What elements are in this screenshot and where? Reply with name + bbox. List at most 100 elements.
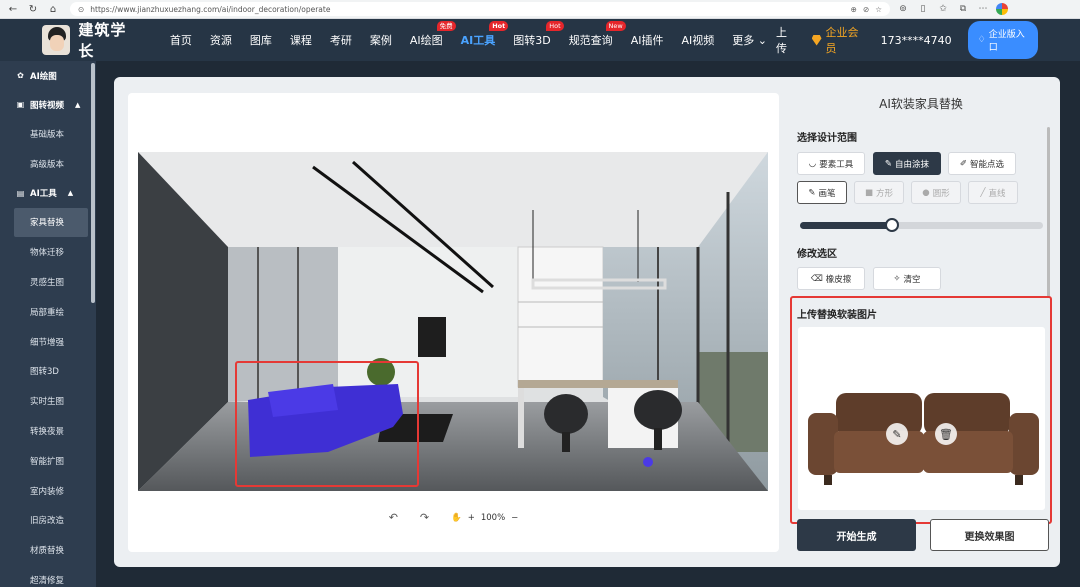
circle-button[interactable]: ● 圆形 [911,181,961,204]
sidebar-item-upscale[interactable]: 超清修复 [0,565,96,587]
room-image-canvas[interactable] [138,152,768,491]
main-nav: 首页 资源 图库 课程 考研 案例 AI绘图 免费 AI工具 Hot 图转3D Hot… [161,21,776,48]
nav-label: 首页 [169,34,192,47]
nav-ai-plugins[interactable]: AI插件 [622,32,673,48]
nav-ai-video[interactable]: AI视频 [672,32,723,48]
change-result-button[interactable]: 更换效果图 [930,519,1049,551]
free-badge: 免费 [436,21,456,31]
toolbox-icon: ▤ [16,188,25,198]
sidebar-section-ai-draw[interactable]: ✿ AI绘图 [0,61,96,90]
sidebar-item-night-scene[interactable]: 转换夜景 [0,416,96,446]
zoom-in-icon[interactable]: + [468,513,475,523]
sidebar-item-realtime[interactable]: 实时生图 [0,386,96,416]
address-bar[interactable]: ⊙ https://www.jianzhuxuezhang.com/ai/ind… [70,2,890,16]
rect-button[interactable]: ■ 方形 [854,181,904,204]
workspace: ↶ ↷ ✋ + 100% − AI软装家具替换 选择设计范围 ◡ 要素工具 ✎ 自由… [114,77,1060,567]
nav-courses[interactable]: 课程 [281,32,321,48]
button-label: 圆形 [932,188,950,199]
sidebar-item-outpaint[interactable]: 智能扩图 [0,446,96,476]
sidebar-item-inspiration[interactable]: 灵感生图 [0,267,96,297]
nav-more[interactable]: 更多 ⌄ [723,32,776,48]
sidebar-item-detail-enhance[interactable]: 细节增强 [0,327,96,357]
site-header: 建筑学长 首页 资源 图库 课程 考研 案例 AI绘图 免费 AI工具 Hot 图转… [0,19,1080,61]
split-screen-icon[interactable]: ▯ [916,4,930,14]
zoom-level: 100% [480,512,506,523]
sidebar-section-img-video[interactable]: ▣ 图转视频 ▲ [0,90,96,119]
chevron-down-icon: ⌄ [757,34,767,47]
line-button[interactable]: ╱ 直线 [968,181,1018,204]
nav-ai-tools[interactable]: AI工具 Hot [452,21,509,48]
nav-ai-draw[interactable]: AI绘图 免费 [401,21,456,48]
square-icon: ■ [864,187,873,198]
hand-pan-icon[interactable]: ✋ [451,513,462,523]
sidebar-item-advanced[interactable]: 高级版本 [0,149,96,179]
sidebar-item-renovation[interactable]: 旧房改造 [0,506,96,536]
section-label: AI绘图 [30,71,57,82]
brush-size-slider[interactable] [800,218,1043,232]
more-menu-icon[interactable]: ⋯ [976,4,990,14]
bookmark-star-icon[interactable]: ☆ [875,5,882,14]
button-label: 橡皮擦 [825,274,852,285]
nav-gallery[interactable]: 图库 [241,32,281,48]
freehand-tool-button[interactable]: ✎ 自由涂抹 [873,152,941,175]
browser-toolbar: ← ↻ ⌂ ⊙ https://www.jianzhuxuezhang.com/… [0,0,1080,19]
sidebar-scrollbar[interactable] [91,63,95,303]
enterprise-button[interactable]: ♢ 企业版入口 [967,21,1039,59]
undo-icon[interactable]: ↶ [389,511,398,524]
nav-img-to-3d[interactable]: 图转3D Hot [504,21,564,48]
modify-selection-label: 修改选区 [797,249,837,260]
panel-scrollbar[interactable] [1047,127,1050,297]
canvas-toolbar: ↶ ↷ ✋ + 100% − [128,511,779,524]
sidebar-item-interior[interactable]: 室内装修 [0,476,96,506]
extensions-icon[interactable]: ⊚ [896,4,910,14]
broom-icon: ✧ [893,273,901,284]
nav-code-search[interactable]: 规范查询 New [560,21,626,48]
site-info-icon[interactable]: ⊙ [78,5,84,14]
reload-icon[interactable]: ↻ [26,2,40,16]
extension-icon[interactable]: ⊘ [863,5,869,14]
vip-label: 企业会员 [825,26,859,55]
sidebar-item-furniture-replace[interactable]: 家具替换 [14,207,88,238]
chevron-up-icon: ▲ [75,100,81,109]
nav-resources[interactable]: 资源 [201,32,241,48]
sidebar-item-img-to-3d[interactable]: 图转3D [0,357,96,387]
button-label: 清空 [903,274,921,285]
elements-tool-button[interactable]: ◡ 要素工具 [797,152,865,175]
nav-cases[interactable]: 案例 [361,32,401,48]
sidebar-section-ai-tools[interactable]: ▤ AI工具 ▲ [0,179,96,208]
nav-label: AI绘图 [409,34,443,47]
nav-home[interactable]: 首页 [161,32,201,48]
section-label: 图转视频 [30,100,65,111]
sidebar-item-basic[interactable]: 基础版本 [0,119,96,149]
diamond-outline-icon: ♢ [977,35,986,45]
zoom-out-icon[interactable]: − [511,513,518,523]
slider-knob[interactable] [885,218,900,232]
home-icon[interactable]: ⌂ [46,2,60,16]
redo-icon[interactable]: ↷ [420,511,429,524]
eraser-button[interactable]: ⌫ 橡皮擦 [797,267,865,290]
nav-label: 资源 [209,34,232,47]
user-phone[interactable]: 173****4740 [881,34,952,47]
sidebar-item-object-move[interactable]: 物体迁移 [0,237,96,267]
brush-icon: ✎ [808,187,816,198]
shield-outline-icon: ◡ [808,158,817,169]
nav-graduate[interactable]: 考研 [321,32,361,48]
zoom-icon[interactable]: ⊕ [851,5,857,14]
smart-select-button[interactable]: ✐ 智能点选 [948,152,1016,175]
generate-button[interactable]: 开始生成 [797,519,916,551]
upload-link[interactable]: 上传 [776,24,796,56]
sidebar-item-inpaint[interactable]: 局部重绘 [0,297,96,327]
sidebar-item-material[interactable]: 材质替换 [0,535,96,565]
back-icon[interactable]: ← [6,2,20,16]
collections-icon[interactable]: ⧉ [956,4,970,14]
brush-button[interactable]: ✎ 画笔 [797,181,847,204]
copilot-icon[interactable] [996,3,1008,15]
hot-badge: Hot [489,21,509,31]
zoom-controls: ✋ + 100% − [451,513,518,523]
vip-link[interactable]: 企业会员 [811,24,865,56]
line-icon: ╱ [980,187,986,198]
clear-button[interactable]: ✧ 清空 [873,267,941,290]
button-label: 自由涂抹 [895,159,930,170]
site-logo[interactable]: 建筑学长 [42,19,139,61]
favorites-icon[interactable]: ✩ [936,4,950,14]
